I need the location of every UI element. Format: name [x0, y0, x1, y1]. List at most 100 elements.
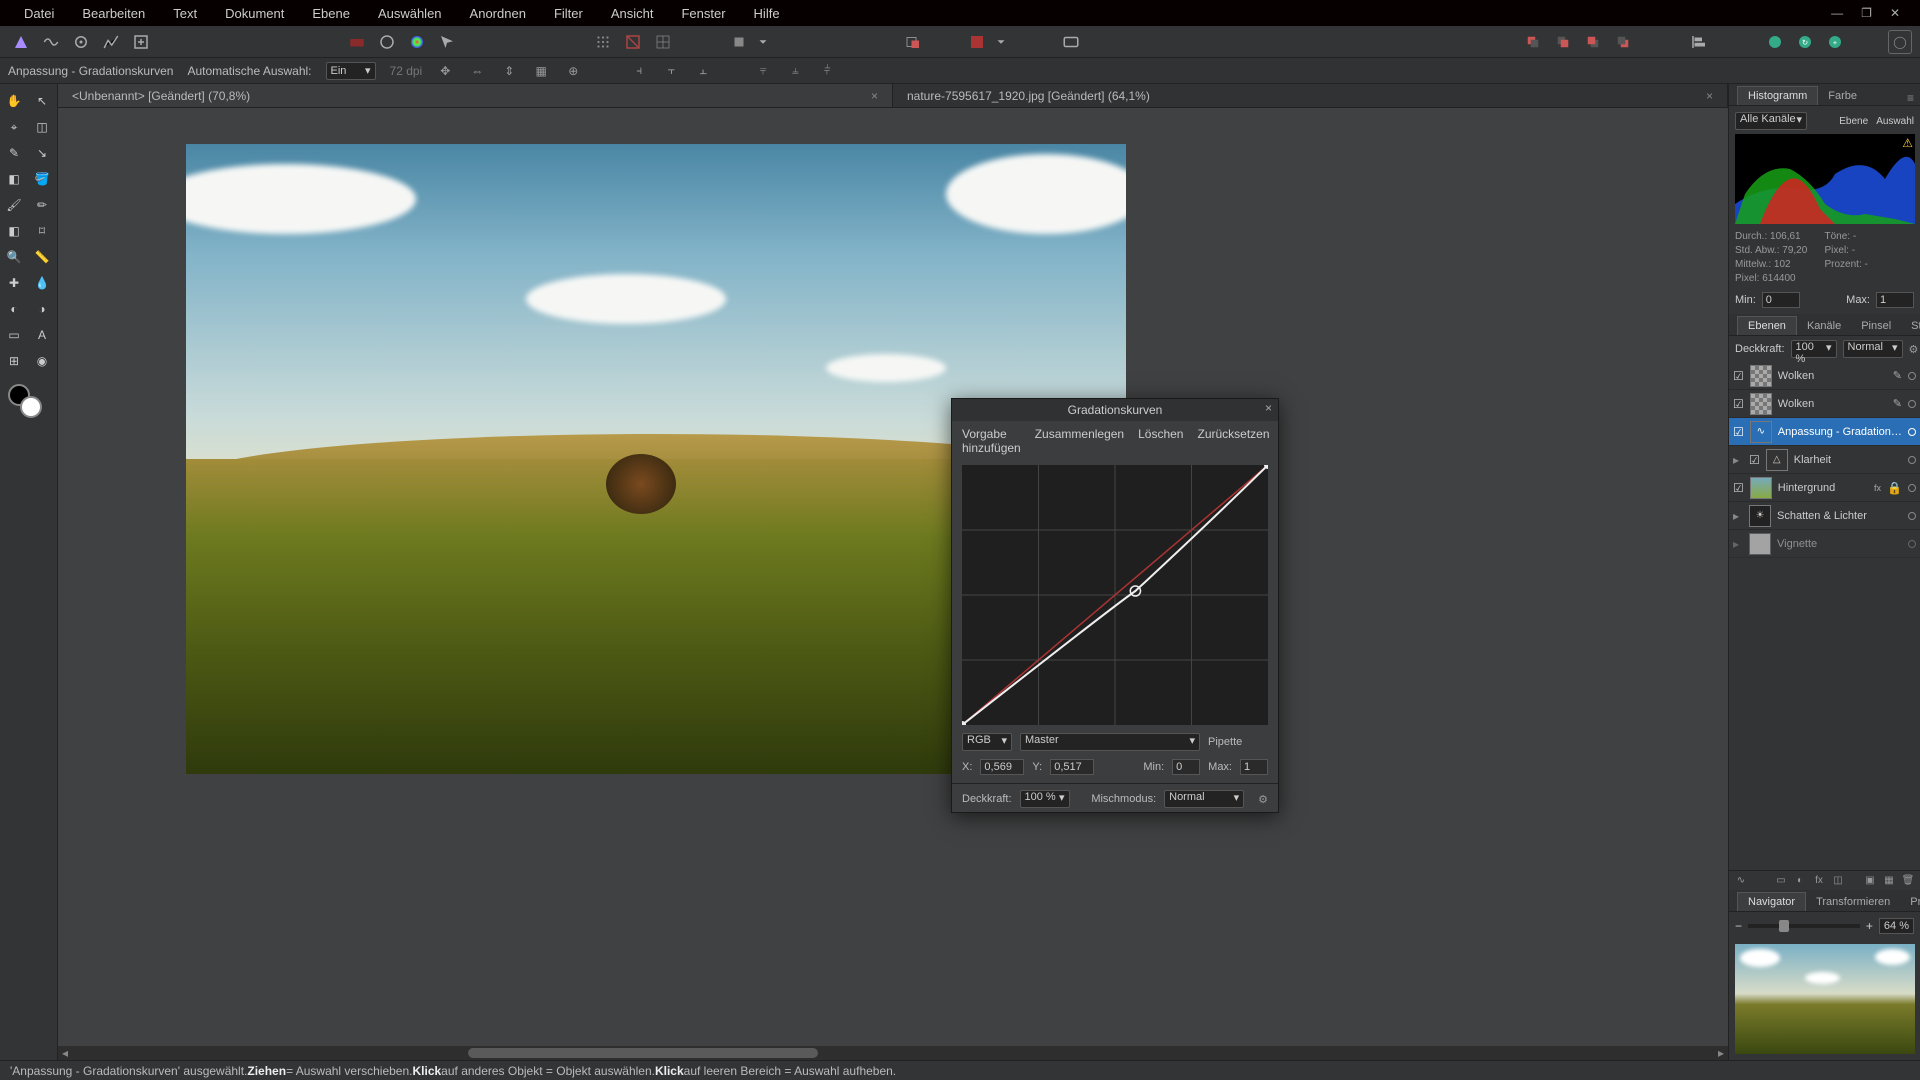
- menu-dokument[interactable]: Dokument: [211, 6, 298, 21]
- grid-lines-icon[interactable]: [650, 29, 676, 55]
- curve-editor[interactable]: [962, 465, 1268, 725]
- menu-anordnen[interactable]: Anordnen: [456, 6, 540, 21]
- color-swatches[interactable]: [0, 384, 57, 424]
- tab-histogram[interactable]: Histogramm: [1737, 86, 1818, 105]
- scroll-right-icon[interactable]: ▸: [1714, 1046, 1728, 1060]
- resource-add-icon[interactable]: [1762, 29, 1788, 55]
- color-wheel-icon[interactable]: [404, 29, 430, 55]
- align-bottom-icon[interactable]: ⫩: [818, 62, 836, 80]
- expand-icon[interactable]: ▸: [1733, 509, 1743, 523]
- menu-ebene[interactable]: Ebene: [298, 6, 364, 21]
- constraint-dropdown-icon[interactable]: [994, 29, 1008, 55]
- move-icon[interactable]: ✥: [436, 62, 454, 80]
- zoom-in-icon[interactable]: +: [1866, 919, 1873, 933]
- rectangle-tool-icon[interactable]: ▭: [0, 322, 28, 348]
- align-icon[interactable]: [1686, 29, 1712, 55]
- mask-icon[interactable]: ▭: [1773, 873, 1789, 889]
- group-icon[interactable]: ▣: [1862, 873, 1878, 889]
- document-tab-1[interactable]: <Unbenannt> [Geändert] (70,8%) ×: [58, 84, 893, 107]
- visibility-dot-icon[interactable]: [1908, 428, 1916, 436]
- pencil-tool-icon[interactable]: ✏: [28, 192, 56, 218]
- autoselect-dropdown[interactable]: Ein▾: [326, 62, 376, 80]
- scroll-left-icon[interactable]: ◂: [58, 1046, 72, 1060]
- tab-channels[interactable]: Kanäle: [1797, 317, 1851, 335]
- fx-icon[interactable]: fx: [1811, 873, 1827, 889]
- visibility-dot-icon[interactable]: [1908, 456, 1916, 464]
- heal-tool-icon[interactable]: ✚: [0, 270, 28, 296]
- close-icon[interactable]: ×: [871, 89, 878, 103]
- layer-row[interactable]: ▸☑△Klarheit: [1729, 446, 1920, 474]
- layer-name[interactable]: Wolken: [1778, 398, 1887, 410]
- layer-row[interactable]: ▸Vignette: [1729, 530, 1920, 558]
- window-restore-icon[interactable]: ❐: [1861, 6, 1872, 20]
- persona-liquify-icon[interactable]: [38, 29, 64, 55]
- close-icon[interactable]: ×: [1706, 89, 1713, 103]
- dodge-tool-icon[interactable]: ◐: [0, 296, 28, 322]
- target-icon[interactable]: ⊕: [564, 62, 582, 80]
- tab-stock[interactable]: Stock: [1901, 317, 1920, 335]
- channel-dropdown[interactable]: Alle Kanäle▾: [1735, 112, 1807, 130]
- y-input[interactable]: [1050, 759, 1094, 775]
- align-middle-icon[interactable]: ⫨: [786, 62, 804, 80]
- tab-history[interactable]: Protokoll: [1900, 893, 1920, 911]
- channel-dropdown[interactable]: RGB▾: [962, 733, 1012, 751]
- eraser-tool-icon[interactable]: ◧: [0, 218, 28, 244]
- dialog-titlebar[interactable]: Gradationskurven ×: [952, 399, 1278, 421]
- min-input[interactable]: [1762, 292, 1800, 308]
- visibility-dot-icon[interactable]: [1908, 540, 1916, 548]
- brush-tool-icon[interactable]: 🖌: [0, 192, 28, 218]
- persona-tone-icon[interactable]: [98, 29, 124, 55]
- hand-tool-icon[interactable]: ✋: [0, 88, 28, 114]
- blendmode-dropdown[interactable]: Normal▾: [1164, 790, 1244, 808]
- layer-row[interactable]: ☑∿Anpassung - Gradations..: [1729, 418, 1920, 446]
- x-input[interactable]: [980, 759, 1024, 775]
- layer-row[interactable]: ▸☀Schatten & Lichter: [1729, 502, 1920, 530]
- layer-name[interactable]: Hintergrund: [1778, 482, 1868, 494]
- layer-name[interactable]: Klarheit: [1794, 454, 1902, 466]
- app-logo-icon[interactable]: [8, 29, 34, 55]
- tab-transform[interactable]: Transformieren: [1806, 893, 1900, 911]
- horizontal-scrollbar[interactable]: ◂ ▸: [58, 1046, 1728, 1060]
- quickmask-icon[interactable]: [374, 29, 400, 55]
- snap-dropdown-icon[interactable]: [756, 29, 770, 55]
- layer-row[interactable]: ☑Hintergrundfx🔒: [1729, 474, 1920, 502]
- zoom-value[interactable]: 64 %: [1879, 918, 1914, 934]
- visibility-dot-icon[interactable]: [1908, 372, 1916, 380]
- align-center-icon[interactable]: ⫟: [662, 62, 680, 80]
- mesh-tool-icon[interactable]: ⊞: [0, 348, 28, 374]
- measure-tool-icon[interactable]: 📏: [28, 244, 56, 270]
- merge-button[interactable]: Zusammenlegen: [1035, 427, 1124, 455]
- checkbox-icon[interactable]: ☑: [1733, 481, 1744, 495]
- sponge-tool-icon[interactable]: ◑: [28, 296, 56, 322]
- clone-tool-icon[interactable]: ⌑: [28, 218, 56, 244]
- preview-icon[interactable]: [1058, 29, 1084, 55]
- align-left-icon[interactable]: ⫞: [630, 62, 648, 80]
- master-dropdown[interactable]: Master▾: [1020, 733, 1200, 751]
- add-layer-icon[interactable]: ▦: [1881, 873, 1897, 889]
- window-close-icon[interactable]: ✕: [1890, 6, 1900, 20]
- menu-bearbeiten[interactable]: Bearbeiten: [68, 6, 159, 21]
- visibility-dot-icon[interactable]: [1908, 484, 1916, 492]
- tab-navigator[interactable]: Navigator: [1737, 892, 1806, 911]
- visibility-dot-icon[interactable]: [1908, 512, 1916, 520]
- adjust-icon[interactable]: ◐: [1792, 873, 1808, 889]
- opacity-dropdown[interactable]: 100 %▾: [1020, 790, 1070, 808]
- reset-button[interactable]: Zurücksetzen: [1197, 427, 1269, 455]
- arrange-back-icon[interactable]: [1520, 29, 1546, 55]
- expand-icon[interactable]: ▸: [1733, 537, 1743, 551]
- arrange-front-icon[interactable]: [1610, 29, 1636, 55]
- gear-icon[interactable]: ⚙: [1909, 343, 1919, 356]
- selection-button[interactable]: Auswahl: [1876, 116, 1914, 127]
- background-swatch-icon[interactable]: [20, 396, 42, 418]
- autoselect-icon[interactable]: [434, 29, 460, 55]
- layer-row[interactable]: ☑Wolken✎: [1729, 362, 1920, 390]
- zoom-out-icon[interactable]: −: [1735, 919, 1742, 933]
- constraint-icon[interactable]: [964, 29, 990, 55]
- crop-tool-icon[interactable]: ◫: [28, 114, 56, 140]
- zoom-slider[interactable]: [1748, 924, 1860, 928]
- navigator-thumb[interactable]: [1735, 944, 1915, 1054]
- delete-button[interactable]: Löschen: [1138, 427, 1183, 455]
- persona-export-icon[interactable]: [128, 29, 154, 55]
- document-tab-2[interactable]: nature-7595617_1920.jpg [Geändert] (64,1…: [893, 84, 1728, 107]
- viewport[interactable]: Gradationskurven × Vorgabe hinzufügen Zu…: [58, 108, 1728, 1046]
